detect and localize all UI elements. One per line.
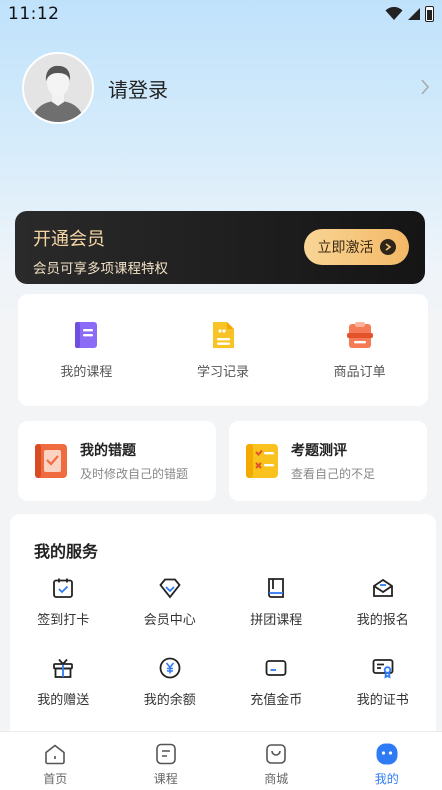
course-icon xyxy=(155,743,176,765)
profile-face-icon xyxy=(376,743,398,765)
tab-courses[interactable]: 课程 xyxy=(111,732,222,790)
tab-home[interactable]: 首页 xyxy=(0,732,111,790)
chevron-right-icon[interactable] xyxy=(420,78,430,96)
course-book-icon xyxy=(75,321,98,348)
service-my-certificate[interactable]: 我的证书 xyxy=(330,656,437,736)
book-icon xyxy=(268,578,285,598)
login-label[interactable]: 请登录 xyxy=(108,74,168,103)
quick-link-orders[interactable]: 商品订单 xyxy=(300,321,420,380)
services-grid: 签到打卡 会员中心 拼团课程 我的报名 我的赠送 我的余额 充值金币 我的证书 xyxy=(10,576,436,736)
service-label: 拼团课程 xyxy=(250,613,303,628)
tab-shop[interactable]: 商城 xyxy=(221,732,332,790)
arrow-right-circle-icon xyxy=(379,239,396,255)
tab-label: 商城 xyxy=(264,772,289,786)
status-time: 11:12 xyxy=(8,4,60,24)
exam-evaluation-title: 考题测评 xyxy=(291,443,347,459)
wrong-questions-subtitle: 及时修改自己的错题 xyxy=(80,467,189,481)
service-my-balance[interactable]: 我的余额 xyxy=(117,656,224,736)
services-title: 我的服务 xyxy=(34,542,99,561)
wrong-questions-title: 我的错题 xyxy=(80,443,136,459)
exam-evaluation-icon xyxy=(246,444,278,478)
tab-mine[interactable]: 我的 xyxy=(332,732,442,790)
tab-label: 首页 xyxy=(43,772,68,786)
calendar-check-icon xyxy=(53,578,74,598)
service-group-course[interactable]: 拼团课程 xyxy=(223,576,330,656)
service-label: 签到打卡 xyxy=(37,613,90,628)
order-icon xyxy=(346,321,373,348)
wrong-questions-icon xyxy=(35,444,67,478)
exam-evaluation-card[interactable]: 考题测评 查看自己的不足 xyxy=(229,421,427,501)
gift-icon xyxy=(53,658,74,678)
service-recharge-coins[interactable]: 充值金币 xyxy=(223,656,330,736)
status-icons xyxy=(385,6,434,22)
wifi-icon xyxy=(385,7,403,20)
service-member-center[interactable]: 会员中心 xyxy=(117,576,224,656)
activate-button-label: 立即激活 xyxy=(317,240,374,256)
study-record-icon xyxy=(212,321,234,348)
tab-label: 课程 xyxy=(153,772,178,786)
service-label: 我的证书 xyxy=(356,693,409,708)
login-profile-row[interactable]: 请登录 xyxy=(22,52,432,124)
signal-icon xyxy=(408,8,420,20)
avatar[interactable] xyxy=(22,52,94,124)
service-label: 我的报名 xyxy=(356,613,409,628)
status-bar: 11:12 xyxy=(0,0,442,28)
bottom-tab-bar: 首页 课程 商城 我的 xyxy=(0,731,442,790)
exam-evaluation-subtitle: 查看自己的不足 xyxy=(291,467,376,481)
service-label: 充值金币 xyxy=(250,693,303,708)
service-my-gifts[interactable]: 我的赠送 xyxy=(10,656,117,736)
default-avatar-icon xyxy=(24,54,92,122)
shop-bag-icon xyxy=(266,744,287,764)
quick-link-label: 我的课程 xyxy=(60,364,113,380)
home-icon xyxy=(45,744,66,765)
vip-banner[interactable]: 开通会员 会员可享多项课程特权 立即激活 xyxy=(15,211,425,284)
activate-button[interactable]: 立即激活 xyxy=(304,229,409,265)
service-checkin[interactable]: 签到打卡 xyxy=(10,576,117,656)
diamond-icon xyxy=(159,578,181,599)
card-icon xyxy=(265,660,287,676)
service-label: 我的余额 xyxy=(143,693,196,708)
yen-coin-icon xyxy=(159,657,181,679)
wrong-questions-card[interactable]: 我的错题 及时修改自己的错题 xyxy=(18,421,216,501)
quick-links-card: 我的课程 学习记录 商品订单 xyxy=(18,294,428,406)
quick-link-label: 商品订单 xyxy=(333,364,386,380)
service-my-registration[interactable]: 我的报名 xyxy=(330,576,437,656)
tab-label: 我的 xyxy=(374,772,399,786)
service-label: 我的赠送 xyxy=(37,693,90,708)
my-services-card: 我的服务 签到打卡 会员中心 拼团课程 我的报名 我的赠送 我的余额 充值金币 … xyxy=(10,514,436,744)
quick-link-study-record[interactable]: 学习记录 xyxy=(163,321,283,380)
quick-link-my-courses[interactable]: 我的课程 xyxy=(26,321,146,380)
service-label: 会员中心 xyxy=(143,613,196,628)
quick-link-label: 学习记录 xyxy=(196,364,249,380)
certificate-icon xyxy=(372,659,394,679)
battery-icon xyxy=(425,6,434,22)
mail-icon xyxy=(372,578,393,597)
